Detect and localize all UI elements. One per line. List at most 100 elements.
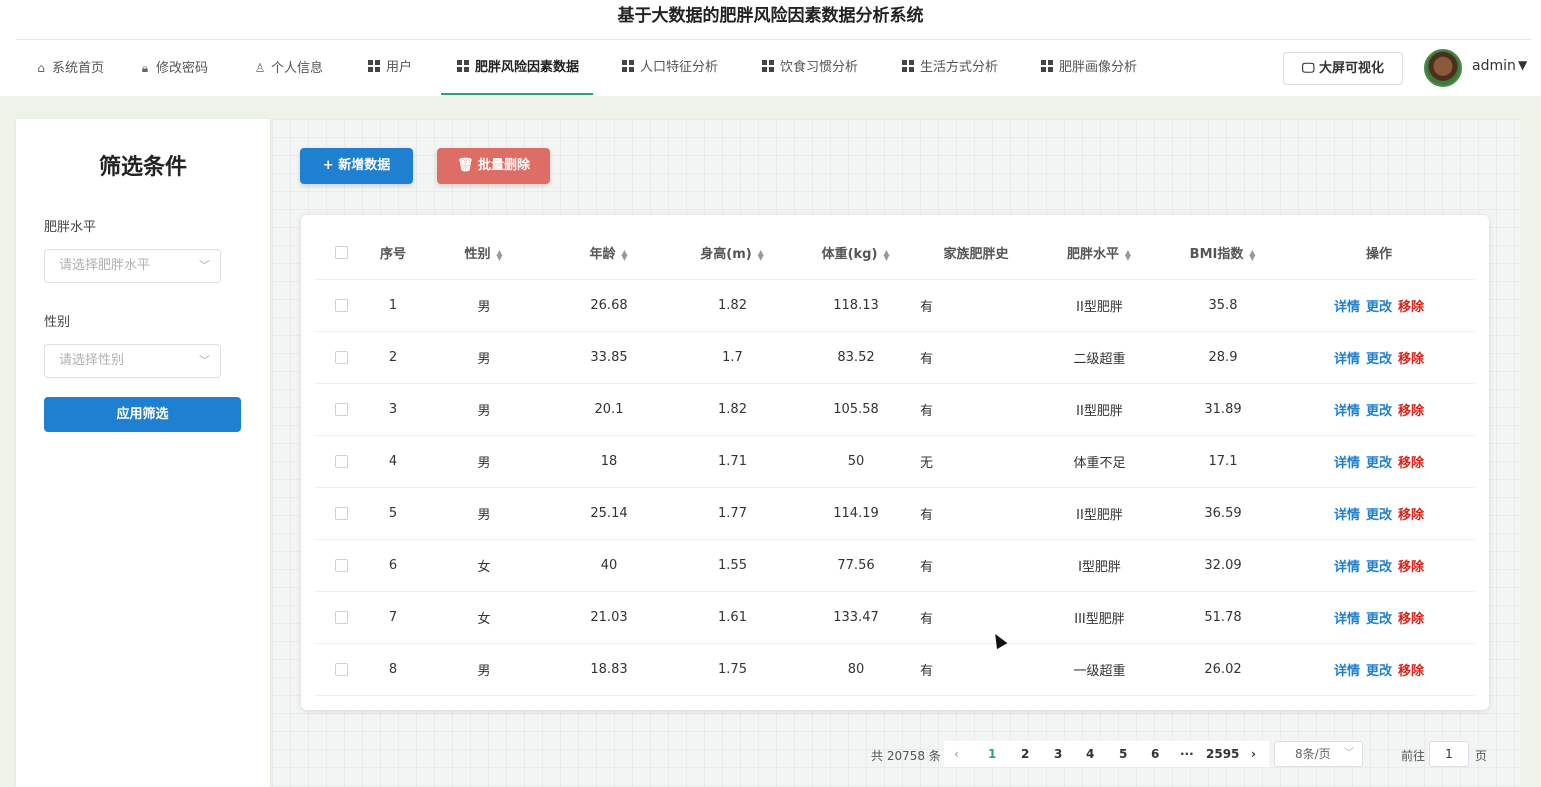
- sort-icon[interactable]: ▲ ▼: [496, 248, 504, 261]
- cell-obesity-level: 体重不足: [1036, 435, 1163, 488]
- add-data-button[interactable]: + 新增数据: [300, 148, 413, 184]
- avatar[interactable]: [1424, 49, 1462, 87]
- remove-link[interactable]: 移除: [1398, 300, 1424, 315]
- remove-link[interactable]: 移除: [1398, 664, 1424, 679]
- edit-link[interactable]: 更改: [1366, 612, 1392, 627]
- remove-link[interactable]: 移除: [1398, 404, 1424, 419]
- edit-link[interactable]: 更改: [1366, 300, 1392, 315]
- row-checkbox[interactable]: [315, 539, 367, 592]
- page-2[interactable]: 2: [1021, 747, 1029, 761]
- edit-link[interactable]: 更改: [1366, 352, 1392, 367]
- cell-index: 6: [367, 539, 419, 592]
- bigscreen-button[interactable]: 🖵︎ 大屏可视化: [1283, 52, 1403, 85]
- cell-index: 1: [367, 279, 419, 332]
- cell-weight: 114.19: [796, 487, 916, 540]
- sort-icon[interactable]: ▲ ▼: [882, 248, 890, 261]
- cell-bmi: 28.9: [1163, 331, 1283, 384]
- cell-bmi: 51.78: [1163, 591, 1283, 644]
- remove-link[interactable]: 移除: [1398, 612, 1424, 627]
- detail-link[interactable]: 详情: [1334, 612, 1360, 627]
- page-4[interactable]: 4: [1086, 747, 1094, 761]
- goto-page-input[interactable]: 1: [1429, 741, 1469, 767]
- cell-age: 25.14: [549, 487, 669, 540]
- header-obesity-level[interactable]: 肥胖水平 ▲ ▼: [1036, 227, 1163, 280]
- obesity-level-select[interactable]: 请选择肥胖水平 ﹀: [44, 249, 221, 283]
- detail-link[interactable]: 详情: [1334, 508, 1360, 523]
- edit-link[interactable]: 更改: [1366, 664, 1392, 679]
- user-name[interactable]: admin: [1472, 58, 1516, 74]
- cell-height: 1.82: [669, 279, 796, 332]
- sort-icon[interactable]: ▲ ▼: [757, 248, 765, 261]
- header-gender[interactable]: 性别 ▲ ▼: [419, 227, 549, 280]
- header-height[interactable]: 身高(m) ▲ ▼: [669, 227, 796, 280]
- row-checkbox[interactable]: [315, 331, 367, 384]
- sort-icon[interactable]: ▲ ▼: [1248, 248, 1256, 261]
- caret-down-icon[interactable]: ▼: [1518, 58, 1527, 72]
- next-page-icon[interactable]: ›: [1251, 747, 1256, 761]
- detail-link[interactable]: 详情: [1334, 352, 1360, 367]
- row-checkbox[interactable]: [315, 591, 367, 644]
- nav-item-home[interactable]: ⌂ 系统首页: [34, 40, 104, 95]
- nav-item-obesity-risk-data[interactable]: 肥胖风险因素数据: [440, 40, 594, 95]
- nav-item-diet[interactable]: 饮食习惯分析: [762, 40, 858, 95]
- cell-actions: 详情 更改 移除: [1283, 591, 1475, 644]
- cell-weight: 77.56: [796, 539, 916, 592]
- lock-icon: 🔒︎: [141, 61, 149, 75]
- row-checkbox[interactable]: [315, 487, 367, 540]
- row-checkbox[interactable]: [315, 643, 367, 696]
- gender-select[interactable]: 请选择性别 ﹀: [44, 344, 221, 378]
- cell-height: 1.55: [669, 539, 796, 592]
- detail-link[interactable]: 详情: [1334, 404, 1360, 419]
- nav-item-lifestyle[interactable]: 生活方式分析: [902, 40, 998, 95]
- cell-bmi: 31.89: [1163, 383, 1283, 436]
- row-checkbox[interactable]: [315, 435, 367, 488]
- cell-actions: 详情 更改 移除: [1283, 435, 1475, 488]
- edit-link[interactable]: 更改: [1366, 560, 1392, 575]
- page-word: 页: [1475, 749, 1488, 763]
- remove-link[interactable]: 移除: [1398, 560, 1424, 575]
- nav-item-change-password[interactable]: 🔒︎ 修改密码: [138, 40, 208, 95]
- select-all-checkbox[interactable]: [315, 227, 367, 280]
- remove-link[interactable]: 移除: [1398, 352, 1424, 367]
- cell-gender: 女: [419, 539, 549, 592]
- nav-item-obesity-profile[interactable]: 肥胖画像分析: [1041, 40, 1137, 95]
- remove-link[interactable]: 移除: [1398, 456, 1424, 471]
- edit-link[interactable]: 更改: [1366, 508, 1392, 523]
- app-title: 基于大数据的肥胖风险因素数据分析系统: [617, 6, 924, 26]
- header-age[interactable]: 年龄 ▲ ▼: [549, 227, 669, 280]
- nav-item-profile[interactable]: ♙ 个人信息: [253, 40, 323, 95]
- row-checkbox[interactable]: [315, 383, 367, 436]
- detail-link[interactable]: 详情: [1334, 300, 1360, 315]
- sidebar-title: 筛选条件: [98, 155, 187, 180]
- sort-icon[interactable]: ▲ ▼: [621, 248, 629, 261]
- page-size-select[interactable]: 8条/页 ﹀: [1274, 741, 1363, 767]
- page-ellipsis[interactable]: ···: [1180, 747, 1194, 761]
- user-icon: ♙: [254, 61, 266, 75]
- detail-link[interactable]: 详情: [1334, 456, 1360, 471]
- prev-page-icon[interactable]: ‹: [954, 747, 959, 761]
- page-6[interactable]: 6: [1151, 747, 1159, 761]
- row-checkbox[interactable]: [315, 279, 367, 332]
- page-1[interactable]: 1: [988, 747, 996, 761]
- remove-link[interactable]: 移除: [1398, 508, 1424, 523]
- header-actions: 操作: [1283, 227, 1475, 280]
- page-3[interactable]: 3: [1054, 747, 1062, 761]
- grid-icon: [457, 60, 469, 72]
- edit-link[interactable]: 更改: [1366, 404, 1392, 419]
- batch-delete-button[interactable]: 🗑︎ 批量删除: [437, 148, 550, 184]
- header-weight[interactable]: 体重(kg) ▲ ▼: [796, 227, 916, 280]
- sort-icon[interactable]: ▲ ▼: [1124, 248, 1132, 261]
- apply-filter-button[interactable]: 应用筛选: [44, 397, 241, 432]
- cell-actions: 详情 更改 移除: [1283, 643, 1475, 696]
- nav-item-demographics[interactable]: 人口特征分析: [622, 40, 718, 95]
- edit-link[interactable]: 更改: [1366, 456, 1392, 471]
- page-5[interactable]: 5: [1119, 747, 1127, 761]
- nav-item-users[interactable]: 用户: [368, 40, 412, 95]
- page-last[interactable]: 2595: [1206, 747, 1239, 761]
- header-bmi[interactable]: BMI指数 ▲ ▼: [1163, 227, 1283, 280]
- header-index: 序号: [367, 227, 419, 280]
- cell-gender: 男: [419, 643, 549, 696]
- cell-age: 40: [549, 539, 669, 592]
- detail-link[interactable]: 详情: [1334, 560, 1360, 575]
- detail-link[interactable]: 详情: [1334, 664, 1360, 679]
